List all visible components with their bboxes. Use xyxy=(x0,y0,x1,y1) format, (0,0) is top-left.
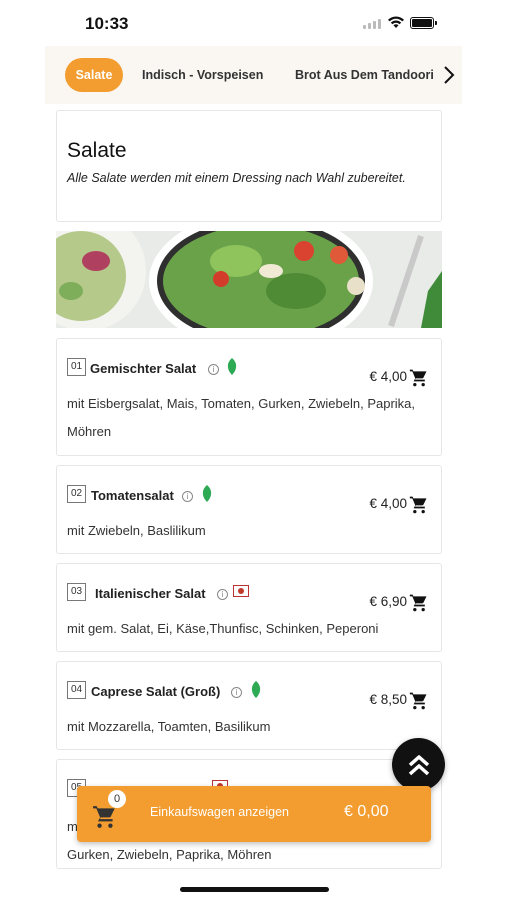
battery-icon xyxy=(410,17,437,29)
salad-banner-image xyxy=(56,231,442,328)
add-to-cart-icon[interactable] xyxy=(409,495,429,515)
status-time: 10:33 xyxy=(85,14,129,33)
signal-icon xyxy=(363,19,383,29)
item-price: € 4,00 xyxy=(369,369,407,384)
category-title: Salate xyxy=(67,139,127,162)
menu-item-card[interactable]: 03 Italienischer Salat i € 6,90 mit gem.… xyxy=(56,563,442,652)
item-number: 04 xyxy=(67,681,86,699)
menu-item-card[interactable]: 04 Caprese Salat (Groß) i € 8,50 mit Moz… xyxy=(56,661,442,750)
cart-label: Einkaufswagen anzeigen xyxy=(150,805,289,819)
item-price: € 6,90 xyxy=(369,594,407,609)
meat-icon xyxy=(233,585,249,597)
category-description: Alle Salate werden mit einem Dressing na… xyxy=(67,171,406,185)
category-tabs: Salate Indisch - Vorspeisen Brot Aus Dem… xyxy=(45,46,462,104)
info-icon[interactable]: i xyxy=(182,491,193,502)
vegan-leaf-icon xyxy=(251,681,261,698)
home-indicator xyxy=(180,887,329,892)
tabs-scroll-right-button[interactable] xyxy=(436,60,462,90)
item-description: mit Zwiebeln, Baslilikum xyxy=(67,523,206,538)
view-cart-button[interactable]: 0 Einkaufswagen anzeigen € 0,00 xyxy=(77,786,431,842)
double-chevron-up-icon xyxy=(408,754,429,775)
cart-total: € 0,00 xyxy=(344,803,389,820)
tab-salate[interactable]: Salate xyxy=(65,58,123,92)
item-description: Gurken, Zwiebeln, Paprika, Möhren xyxy=(67,847,272,862)
info-icon[interactable]: i xyxy=(231,687,242,698)
cart-count-badge: 0 xyxy=(108,790,126,808)
item-description: mit Eisbergsalat, Mais, Tomaten, Gurken,… xyxy=(67,396,416,439)
vegan-leaf-icon xyxy=(227,358,237,375)
menu-item-card[interactable]: 01 Gemischter Salat i € 4,00 mit Eisberg… xyxy=(56,338,442,456)
item-price: € 8,50 xyxy=(369,692,407,707)
chevron-right-icon xyxy=(444,66,455,84)
info-icon[interactable]: i xyxy=(208,364,219,375)
item-name: Gemischter Salat xyxy=(90,361,197,376)
tab-indisch-vorspeisen[interactable]: Indisch - Vorspeisen xyxy=(142,58,263,92)
item-description: mit gem. Salat, Ei, Käse,Thunfisc, Schin… xyxy=(67,621,379,636)
item-name: Tomatensalat xyxy=(91,488,174,503)
add-to-cart-icon[interactable] xyxy=(409,593,429,613)
add-to-cart-icon[interactable] xyxy=(409,368,429,388)
item-number: 01 xyxy=(67,358,86,376)
vegan-leaf-icon xyxy=(202,485,212,502)
scroll-to-top-button[interactable] xyxy=(392,738,445,791)
category-header: Salate Alle Salate werden mit einem Dres… xyxy=(56,110,442,222)
item-description: mit Mozzarella, Toamten, Basilikum xyxy=(67,719,271,734)
item-number: 03 xyxy=(67,583,86,601)
item-price: € 4,00 xyxy=(369,496,407,511)
item-name: Italienischer Salat xyxy=(95,586,206,601)
wifi-icon xyxy=(388,16,404,28)
add-to-cart-icon[interactable] xyxy=(409,691,429,711)
info-icon[interactable]: i xyxy=(217,589,228,600)
app-screen: 10:33 Salate Indisch - Vorspeisen Brot A… xyxy=(0,0,507,900)
item-name: Caprese Salat (Groß) xyxy=(91,684,221,699)
item-number: 02 xyxy=(67,485,86,503)
status-bar: 10:33 xyxy=(0,0,507,46)
menu-item-card[interactable]: 02 Tomatensalat i € 4,00 mit Zwiebeln, B… xyxy=(56,465,442,554)
